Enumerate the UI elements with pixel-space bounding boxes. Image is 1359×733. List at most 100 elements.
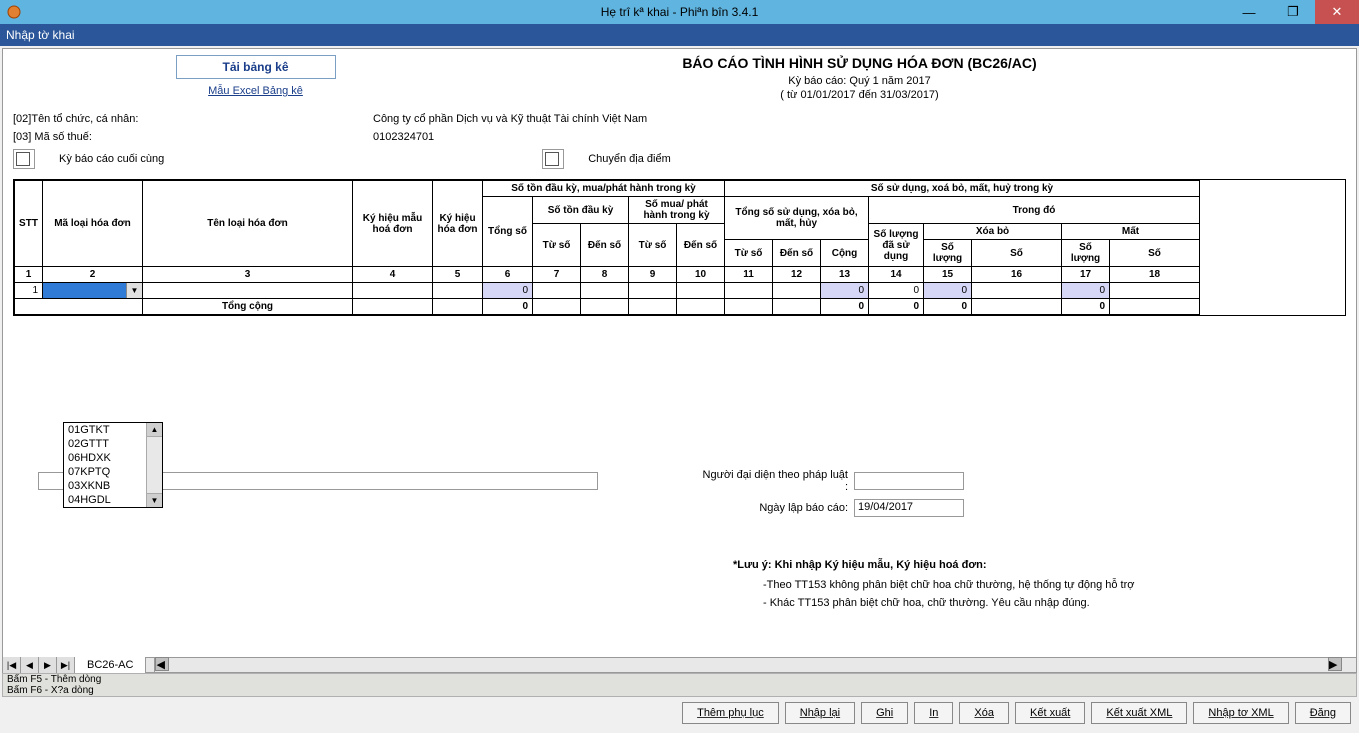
notes-block: *Lưu ý: Khi nhập Ký hiệu mẫu, Ký hiệu ho… xyxy=(733,559,1333,609)
cell-xb-sl: 0 xyxy=(924,283,972,299)
representative-label: Người đại diện theo pháp luật : xyxy=(698,469,848,493)
cell-7[interactable] xyxy=(533,283,581,299)
colnum-6: 6 xyxy=(483,267,533,283)
report-date-input[interactable]: 19/04/2017 xyxy=(854,499,964,517)
th-tuso3: Từ số xyxy=(725,240,773,267)
scroll-down-icon[interactable]: ▼ xyxy=(147,493,162,507)
cell-8[interactable] xyxy=(581,283,629,299)
org-label: [02]Tên tổ chức, cá nhân: xyxy=(13,113,373,125)
add-appendix-button[interactable]: Thêm phụ lục xyxy=(682,702,779,724)
colnum-14: 14 xyxy=(869,267,924,283)
cell-11[interactable] xyxy=(725,283,773,299)
total-row: Tổng cộng 0 0 0 0 0 xyxy=(15,299,1200,315)
th-ton-group: Số tồn đầu kỳ, mua/phát hành trong kỳ xyxy=(483,181,725,197)
total-cong: 0 xyxy=(821,299,869,315)
cell-10[interactable] xyxy=(677,283,725,299)
save-button[interactable]: Ghi xyxy=(861,702,908,724)
dropdown-scrollbar[interactable]: ▲ ▼ xyxy=(146,423,162,507)
invoice-type-dropdown[interactable]: ▼ xyxy=(43,283,143,299)
maximize-button[interactable]: ❐ xyxy=(1271,0,1315,24)
window-title: Hẹ trî kª khai - Phiªn bîn 3.4.1 xyxy=(601,5,759,19)
th-tuso2: Từ số xyxy=(629,224,677,267)
minimize-button[interactable]: — xyxy=(1227,0,1271,24)
final-report-label: Kỳ báo cáo cuối cùng xyxy=(59,153,164,165)
move-location-checkbox[interactable] xyxy=(545,152,559,166)
submit-button[interactable]: Đăng xyxy=(1295,702,1351,724)
colnum-10: 10 xyxy=(677,267,725,283)
final-report-checkbox-wrap[interactable] xyxy=(13,149,35,169)
total-tongso: 0 xyxy=(483,299,533,315)
th-stt: STT xyxy=(15,181,43,267)
th-denso2: Đến số xyxy=(677,224,725,267)
colnum-11: 11 xyxy=(725,267,773,283)
excel-template-link[interactable]: Mẫu Excel Bảng kê xyxy=(208,85,303,97)
org-value: Công ty cổ phần Dịch vụ và Kỹ thuật Tài … xyxy=(373,113,1346,125)
th-denso3: Đến số xyxy=(773,240,821,267)
colnum-8: 8 xyxy=(581,267,629,283)
prev-tab-button[interactable]: ◀ xyxy=(21,657,39,673)
th-tongsd: Tổng số sử dụng, xóa bỏ, mất, hủy xyxy=(725,197,869,240)
sheet-tab-bar: |◀ ◀ ▶ ▶| BC26-AC ◀ ▶ xyxy=(2,657,1357,673)
colnum-16: 16 xyxy=(972,267,1062,283)
last-tab-button[interactable]: ▶| xyxy=(57,657,75,673)
th-mat-sl: Số lượng xyxy=(1062,240,1110,267)
ribbon-bar: Nhập tờ khai xyxy=(0,24,1359,46)
colnum-17: 17 xyxy=(1062,267,1110,283)
next-tab-button[interactable]: ▶ xyxy=(39,657,57,673)
th-cong: Cộng xyxy=(821,240,869,267)
import-xml-button[interactable]: Nhập tơ XML xyxy=(1193,702,1288,724)
th-mat: Mất xyxy=(1062,224,1200,240)
reenter-button[interactable]: Nhập lại xyxy=(785,702,855,724)
th-sd-group: Số sử dụng, xoá bỏ, mất, huỷ trong kỳ xyxy=(725,181,1200,197)
total-label: Tổng cộng xyxy=(143,299,353,315)
cell-mat-sl: 0 xyxy=(1062,283,1110,299)
scroll-up-icon[interactable]: ▲ xyxy=(147,423,162,437)
invoice-type-dropdown-list[interactable]: 01GTKT 02GTTT 06HDXK 07KPTQ 03XKNB 04HGD… xyxy=(63,422,163,508)
move-location-label: Chuyển địa điểm xyxy=(588,153,671,165)
invoice-table: STT Mã loại hóa đơn Tên loại hóa đơn Ký … xyxy=(13,179,1346,316)
cell-9[interactable] xyxy=(629,283,677,299)
delete-button[interactable]: Xóa xyxy=(959,702,1009,724)
move-location-checkbox-wrap[interactable] xyxy=(542,149,564,169)
cell-mat-so[interactable] xyxy=(1110,283,1200,299)
hscroll-right-arrow[interactable]: ▶ xyxy=(1328,657,1342,671)
main-content: Tải bảng kê Mẫu Excel Bảng kê BÁO CÁO TÌ… xyxy=(2,48,1357,668)
sheet-tab[interactable]: BC26-AC xyxy=(75,657,146,673)
th-denso1: Đến số xyxy=(581,224,629,267)
export-xml-button[interactable]: Kết xuất XML xyxy=(1091,702,1187,724)
print-button[interactable]: In xyxy=(914,702,953,724)
colnum-5: 5 xyxy=(433,267,483,283)
representative-input[interactable] xyxy=(854,472,964,490)
cell-xb-so[interactable] xyxy=(972,283,1062,299)
th-ten: Tên loại hóa đơn xyxy=(143,181,353,267)
chevron-down-icon[interactable]: ▼ xyxy=(126,283,142,298)
cell-khhd[interactable] xyxy=(433,283,483,299)
total-sldung: 0 xyxy=(869,299,924,315)
cell-cong: 0 xyxy=(821,283,869,299)
tax-value: 0102324701 xyxy=(373,131,1346,143)
close-button[interactable]: ✕ xyxy=(1315,0,1359,24)
colnum-1: 1 xyxy=(15,267,43,283)
th-ma: Mã loại hóa đơn xyxy=(43,181,143,267)
hscroll-track[interactable]: ◀ ▶ xyxy=(154,657,1356,673)
total-mat-sl: 0 xyxy=(1062,299,1110,315)
final-report-checkbox[interactable] xyxy=(16,152,30,166)
colnum-9: 9 xyxy=(629,267,677,283)
th-khhd: Ký hiệu hóa đơn xyxy=(433,181,483,267)
cell-name[interactable] xyxy=(143,283,353,299)
cell-12[interactable] xyxy=(773,283,821,299)
cell-khm[interactable] xyxy=(353,283,433,299)
colnum-13: 13 xyxy=(821,267,869,283)
th-sldung: Số lượng đã sử dụng xyxy=(869,224,924,267)
tax-label: [03] Mã số thuế: xyxy=(13,131,373,143)
colnum-4: 4 xyxy=(353,267,433,283)
cell-sldung[interactable]: 0 xyxy=(869,283,924,299)
colnum-12: 12 xyxy=(773,267,821,283)
window-titlebar: Hẹ trî kª khai - Phiªn bîn 3.4.1 — ❐ ✕ xyxy=(0,0,1359,24)
table-row[interactable]: 1 ▼ 0 0 0 0 0 xyxy=(15,283,1200,299)
first-tab-button[interactable]: |◀ xyxy=(3,657,21,673)
load-sheet-button[interactable]: Tải bảng kê xyxy=(176,55,336,79)
hscroll-left-arrow[interactable]: ◀ xyxy=(155,657,169,671)
export-button[interactable]: Kết xuất xyxy=(1015,702,1085,724)
report-date-label: Ngày lập báo cáo: xyxy=(698,502,848,514)
